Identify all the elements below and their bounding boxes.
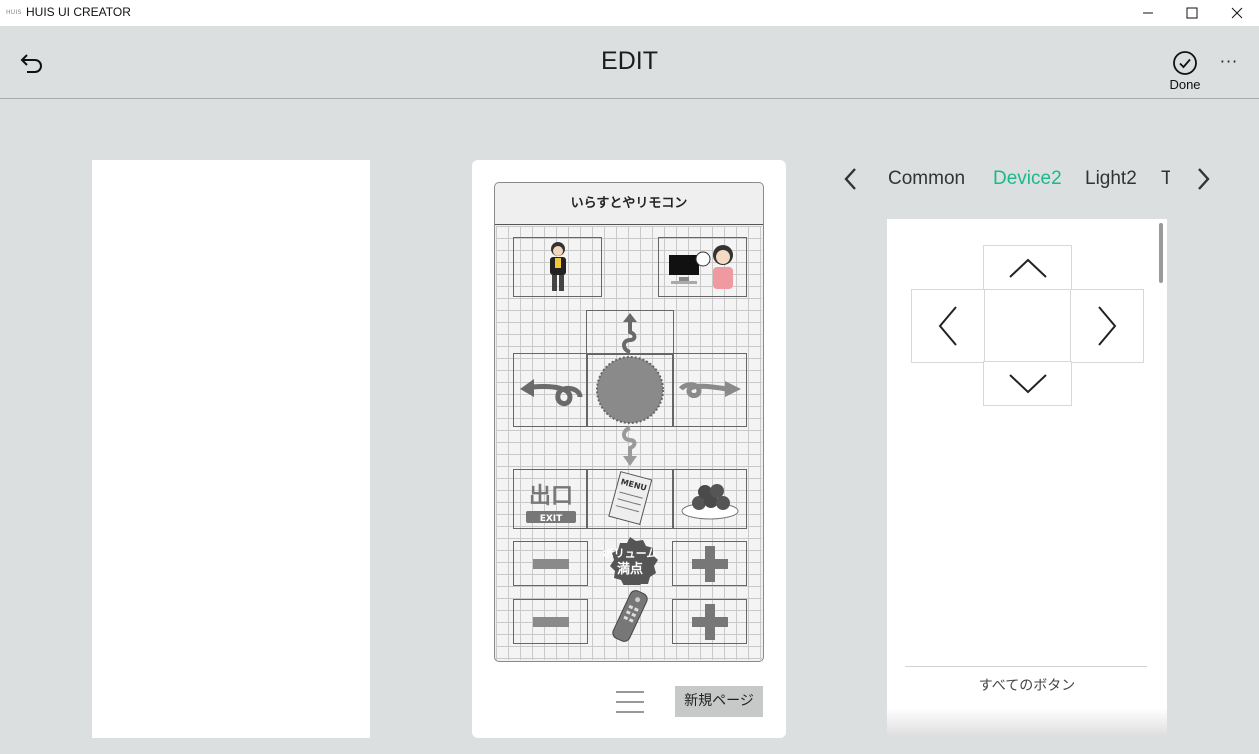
svg-text:EXIT: EXIT — [539, 514, 562, 524]
remote-button-grid: 出口 EXIT MENU ボリューム 満点 — [496, 226, 762, 660]
palette-bottom-fade — [887, 708, 1167, 738]
curly-left-arrow-icon — [519, 379, 582, 406]
palette-scrollbar[interactable] — [1159, 223, 1163, 283]
chevron-down-icon — [1008, 373, 1047, 393]
chevron-left-icon — [844, 168, 856, 190]
curly-up-arrow-icon — [622, 312, 637, 354]
plus-icon — [691, 603, 728, 640]
done-button[interactable]: Done — [1162, 50, 1208, 94]
person-illustration-icon — [549, 242, 566, 291]
button-palette-panel[interactable] — [887, 219, 1167, 738]
remote-button-minus-2[interactable] — [513, 599, 588, 644]
tv-off-illustration-icon — [668, 245, 733, 289]
minus-icon — [532, 616, 569, 627]
remote-button-up-arrow[interactable] — [586, 310, 674, 355]
tab-next-partial[interactable]: T — [1161, 168, 1170, 190]
hamburger-menu-icon — [616, 691, 644, 713]
checkmark-circle-icon — [1173, 51, 1197, 75]
curly-down-arrow-icon — [622, 426, 637, 466]
palette-button-left[interactable] — [911, 289, 985, 363]
remote-button-person[interactable] — [513, 237, 602, 297]
chevron-right-icon — [1098, 306, 1117, 346]
plus-icon — [691, 545, 728, 582]
app-logo: HUIS — [6, 9, 22, 16]
curly-right-arrow-icon — [678, 381, 741, 398]
palette-button-center[interactable] — [984, 289, 1072, 363]
tab-scroll-right-button[interactable] — [1190, 164, 1216, 194]
app-title: HUIS UI CREATOR — [26, 5, 131, 19]
all-buttons-label[interactable]: すべてのボタン — [887, 675, 1167, 695]
remote-button-exit[interactable]: 出口 EXIT — [513, 469, 588, 529]
chevron-left-icon — [938, 306, 957, 346]
remote-control-icon — [612, 590, 648, 642]
face-canvas-left[interactable] — [92, 160, 370, 738]
remote-button-center-circle[interactable] — [586, 353, 674, 427]
palette-button-up[interactable] — [983, 245, 1072, 290]
remote-button-down-arrow[interactable] — [586, 425, 674, 469]
page-title: EDIT — [601, 47, 658, 75]
exit-sign-icon: 出口 EXIT — [525, 484, 576, 524]
minus-icon — [532, 558, 569, 569]
close-button[interactable] — [1215, 0, 1259, 26]
more-options-button[interactable]: ··· — [1214, 52, 1244, 72]
new-page-button[interactable]: 新規ページ — [675, 686, 763, 717]
remote-button-right-arrow[interactable] — [672, 353, 747, 427]
svg-text:ボリューム: ボリューム — [603, 546, 658, 560]
remote-button-volume-max[interactable]: ボリューム 満点 — [586, 533, 674, 587]
divider — [905, 666, 1147, 667]
remote-button-plus-2[interactable] — [672, 599, 747, 644]
palette-button-right[interactable] — [1070, 289, 1144, 363]
app-header: EDIT Done ··· — [0, 26, 1259, 99]
palette-button-down[interactable] — [983, 361, 1072, 406]
chevron-right-icon — [1198, 168, 1210, 190]
remote-button-plus-1[interactable] — [672, 541, 747, 586]
gray-circle-icon — [596, 356, 664, 424]
title-bar: HUIS HUIS UI CREATOR — [0, 0, 1259, 26]
remote-button-fruit[interactable] — [672, 469, 747, 529]
minimize-button[interactable] — [1126, 0, 1170, 26]
done-label: Done — [1169, 77, 1201, 92]
remote-title[interactable]: いらすとやリモコン — [495, 183, 763, 225]
svg-text:出口: 出口 — [528, 484, 572, 509]
chevron-up-icon — [1008, 258, 1047, 278]
maximize-icon — [1186, 7, 1198, 19]
maximize-button[interactable] — [1170, 0, 1214, 26]
remote-face[interactable]: いらすとやリモコン 出口 EXIT MENU ボリューム 満点 — [494, 182, 764, 662]
window-bottom-edge — [0, 738, 1259, 754]
tab-common[interactable]: Common — [888, 168, 965, 190]
remote-button-remote-control[interactable] — [586, 588, 674, 644]
tab-scroll-left-button[interactable] — [838, 164, 864, 194]
fruit-plate-icon — [681, 484, 738, 520]
remote-button-left-arrow[interactable] — [513, 353, 588, 427]
minimize-icon — [1143, 12, 1153, 14]
tab-light2[interactable]: Light2 — [1085, 168, 1137, 190]
category-tab-strip: Common Device2 Light2 T — [880, 160, 1170, 200]
close-icon — [1231, 7, 1243, 19]
page-list-button[interactable] — [612, 688, 648, 716]
remote-button-menu[interactable]: MENU — [586, 469, 674, 529]
svg-text:満点: 満点 — [617, 561, 643, 577]
menu-card-icon: MENU — [608, 471, 653, 526]
tab-device2[interactable]: Device2 — [993, 168, 1062, 190]
remote-button-tv-off[interactable] — [658, 237, 747, 297]
remote-button-minus-1[interactable] — [513, 541, 588, 586]
volume-max-badge-icon: ボリューム 満点 — [603, 537, 658, 585]
